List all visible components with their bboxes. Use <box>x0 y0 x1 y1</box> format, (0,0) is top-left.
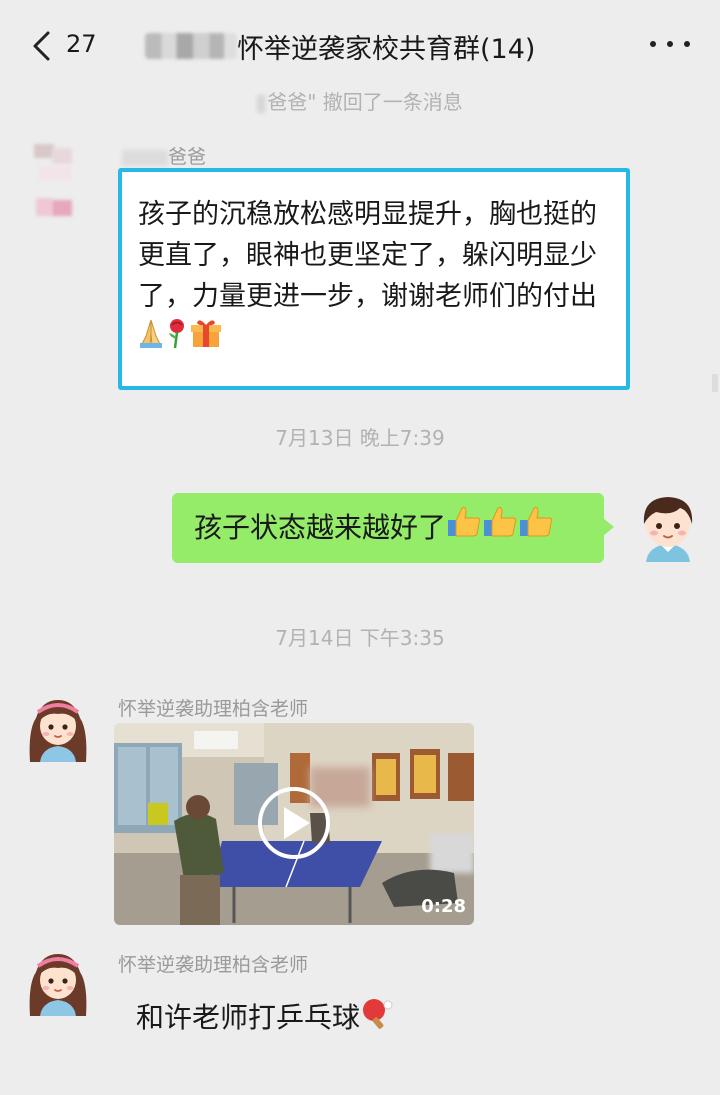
unread-count[interactable]: 27 <box>66 30 97 58</box>
dot-icon <box>684 41 690 47</box>
recall-notice-prefix: 爸爸" <box>267 90 317 114</box>
scrollbar[interactable] <box>712 374 718 392</box>
chevron-left-icon <box>33 31 50 61</box>
sender-name-text: 爸爸 <box>168 146 207 168</box>
recall-notice: 爸爸" 撤回了一条消息 <box>0 86 720 115</box>
thumbs-up-emoji-icon <box>482 494 518 564</box>
sender-avatar[interactable] <box>22 944 94 1016</box>
video-thumbnail <box>114 723 474 925</box>
more-options-button[interactable] <box>650 34 690 54</box>
redacted-name <box>257 94 266 113</box>
timestamp: 7月13日 晚上7:39 <box>275 426 445 450</box>
redacted-name <box>145 33 237 59</box>
message-bubble-highlighted[interactable]: 孩子的沉稳放松感明显提升，胸也挺的更直了，眼神也更坚定了，躲闪明显少了，力量更进… <box>118 168 630 390</box>
sender-avatar[interactable] <box>22 690 94 762</box>
thumbs-up-emoji-icon <box>518 494 554 564</box>
redacted-name <box>122 149 168 166</box>
rose-emoji-icon <box>164 317 190 361</box>
ping-pong-emoji-icon <box>360 997 394 1042</box>
sender-name: 爸爸 <box>122 142 206 169</box>
girl-avatar-icon <box>22 944 94 1016</box>
message-text: 孩子状态越来越好了 <box>194 511 447 544</box>
message-text: 和许老师打乒乓球 <box>136 1001 361 1034</box>
avatar-redacted[interactable] <box>34 144 74 220</box>
dot-icon <box>650 41 656 47</box>
back-button[interactable] <box>24 26 64 66</box>
gift-emoji-icon <box>190 317 222 361</box>
chat-header: 27 怀举逆袭家校共育群(14) <box>0 0 720 88</box>
girl-avatar-icon <box>22 690 94 762</box>
video-duration: 0:28 <box>421 896 466 917</box>
timestamp: 7月14日 下午3:35 <box>275 626 445 650</box>
video-message[interactable]: 0:28 <box>114 723 474 925</box>
sender-name: 怀举逆袭助理柏含老师 <box>118 954 309 976</box>
message-bubble-outgoing[interactable]: 孩子状态越来越好了 <box>172 493 614 564</box>
recall-notice-text: 撤回了一条消息 <box>316 90 463 114</box>
message-text: 孩子的沉稳放松感明显提升，胸也挺的更直了，眼神也更坚定了，躲闪明显少了，力量更进… <box>138 199 597 312</box>
sender-name: 怀举逆袭助理柏含老师 <box>118 698 309 720</box>
my-avatar[interactable] <box>632 490 704 562</box>
message-bubble-incoming[interactable]: 和许老师打乒乓球 <box>136 996 394 1042</box>
chat-title: 怀举逆袭家校共育群(14) <box>237 33 536 65</box>
boy-avatar-icon <box>643 497 693 562</box>
chat-title-wrap: 怀举逆袭家校共育群(14) <box>145 24 535 68</box>
dot-icon <box>667 41 673 47</box>
pray-emoji-icon <box>138 318 164 360</box>
thumbs-up-emoji-icon <box>446 494 482 564</box>
